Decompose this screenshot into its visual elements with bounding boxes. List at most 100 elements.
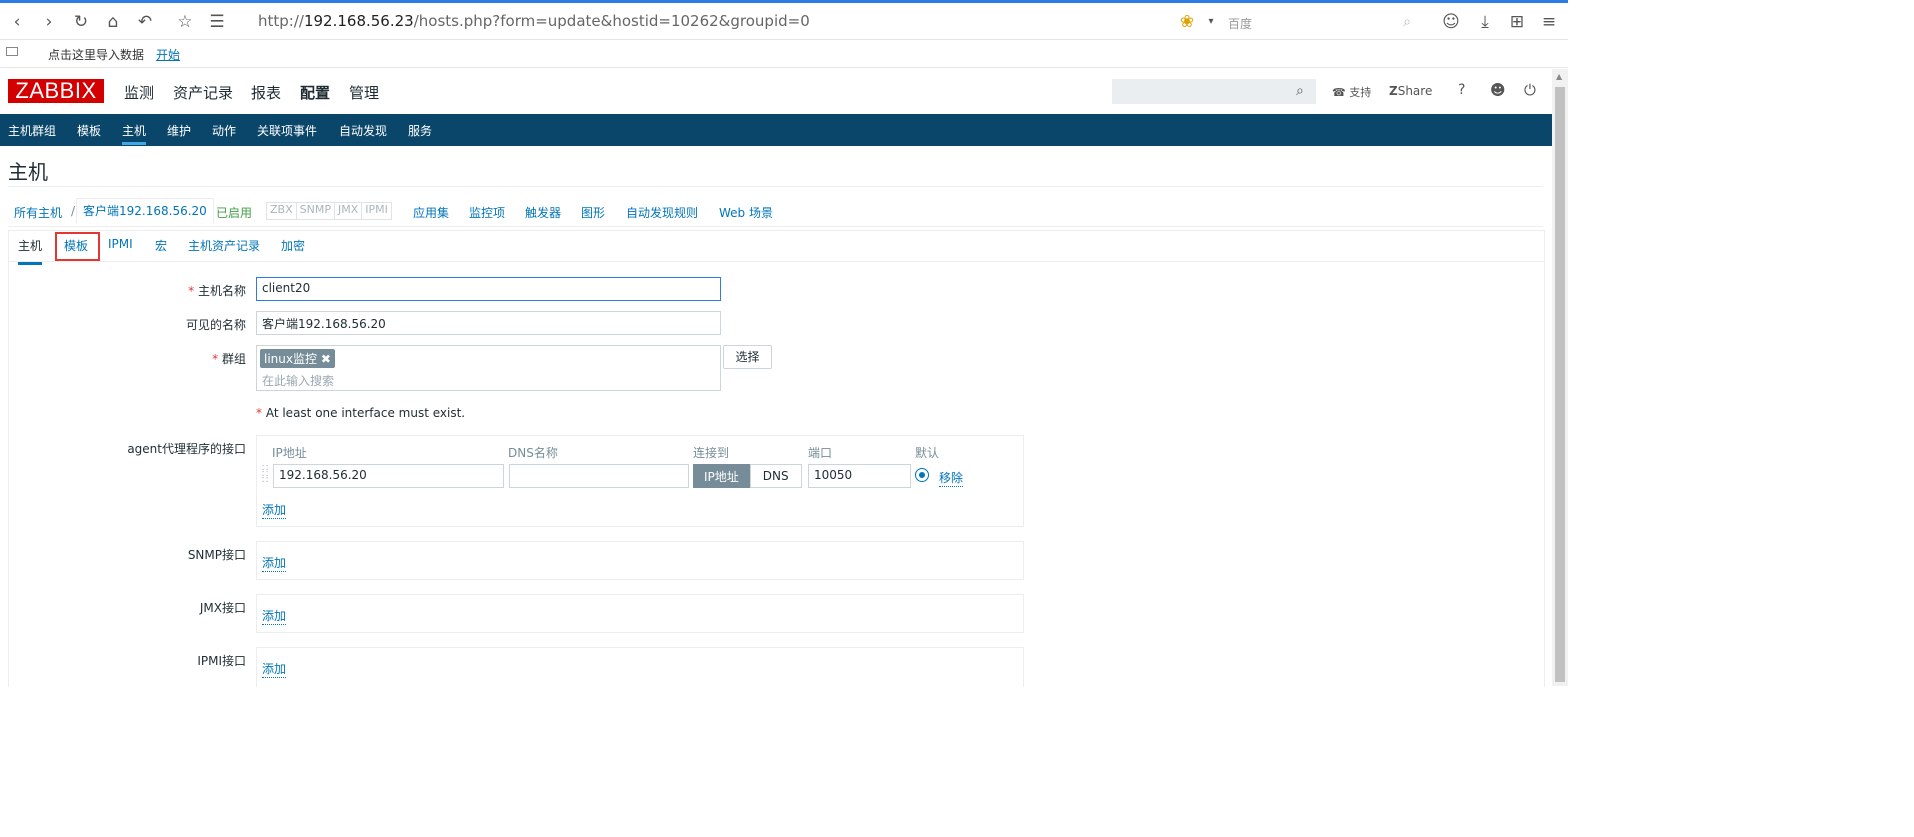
- menu-monitoring[interactable]: 监测: [124, 82, 154, 103]
- add-agent-interface-link[interactable]: 添加: [262, 501, 287, 519]
- scrollbar-thumb[interactable]: [1555, 87, 1565, 682]
- breadcrumb-current-host[interactable]: 客户端192.168.56.20: [76, 198, 214, 223]
- subnav-templates[interactable]: 模板: [77, 122, 101, 139]
- snmp-interface-label: SNMP接口: [187, 548, 246, 562]
- tab-encryption[interactable]: 加密: [281, 237, 305, 254]
- availability-ipmi: IPMI: [365, 203, 388, 216]
- account-icon[interactable]: ☺: [1440, 11, 1462, 33]
- apps-icon[interactable]: ⊞: [1506, 11, 1528, 33]
- sidebar-toggle-icon[interactable]: [6, 47, 18, 56]
- config-subnav: 主机群组 模板 主机 维护 动作 关联项事件 自动发现 服务: [0, 114, 1552, 146]
- ipmi-interface-label: IPMI接口: [197, 654, 246, 668]
- global-search-input[interactable]: [1112, 79, 1316, 104]
- headset-icon: ☎: [1332, 86, 1346, 99]
- groups-multiselect[interactable]: linux监控 ✖ 在此输入搜索: [256, 345, 721, 391]
- user-profile-icon[interactable]: ☻: [1490, 81, 1506, 99]
- forward-icon[interactable]: ›: [38, 11, 60, 33]
- menu-icon[interactable]: ≡: [1538, 11, 1560, 33]
- col-connect-to: 连接到: [693, 446, 730, 460]
- help-icon[interactable]: ?: [1458, 82, 1465, 98]
- host-name-input[interactable]: client20: [256, 277, 721, 301]
- add-ipmi-interface-link[interactable]: 添加: [262, 660, 287, 678]
- share-z-icon: Z: [1389, 84, 1398, 98]
- url-path: /hosts.php?form=update&hostid=10262&grou…: [413, 12, 810, 30]
- tab-inventory[interactable]: 主机资产记录: [188, 237, 260, 254]
- radio-dot: [919, 472, 925, 478]
- visible-name-label: 可见的名称: [185, 318, 246, 332]
- breadcrumb-web-scenarios[interactable]: Web 场景: [719, 204, 773, 221]
- scroll-up-icon[interactable]: ▲: [1556, 72, 1562, 81]
- undo-icon[interactable]: ↶: [134, 11, 156, 33]
- remove-tag-icon[interactable]: ✖: [321, 352, 331, 366]
- menu-reports[interactable]: 报表: [251, 82, 281, 103]
- support-label: 支持: [1349, 86, 1372, 99]
- share-link[interactable]: ZShare: [1389, 84, 1432, 98]
- subnav-event-correlation[interactable]: 关联项事件: [257, 122, 317, 139]
- download-icon[interactable]: ⤓: [1474, 11, 1496, 33]
- page-scrollbar[interactable]: ▲: [1552, 69, 1568, 686]
- home-icon[interactable]: ⌂: [102, 11, 124, 33]
- reload-icon[interactable]: ↻: [70, 11, 92, 33]
- host-status-enabled[interactable]: 已启用: [216, 204, 252, 221]
- support-link[interactable]: ☎ 支持: [1332, 84, 1371, 100]
- breadcrumb-graphs[interactable]: 图形: [581, 204, 605, 221]
- connect-dns-option[interactable]: DNS: [749, 464, 802, 488]
- add-jmx-interface-link[interactable]: 添加: [262, 607, 287, 625]
- back-icon[interactable]: ‹: [6, 11, 28, 33]
- subnav-services[interactable]: 服务: [408, 122, 432, 139]
- ip-address-input[interactable]: 192.168.56.20: [273, 464, 504, 488]
- zabbix-header: ZABBIX 监测 资产记录 报表 配置 管理 ⌕ ☎ 支持 ZShare ? …: [0, 69, 1552, 114]
- star-icon[interactable]: ☆: [174, 11, 196, 33]
- availability-indicators: ZBX SNMP JMX IPMI: [266, 202, 392, 220]
- zabbix-logo[interactable]: ZABBIX: [8, 79, 104, 103]
- select-groups-button[interactable]: 选择: [723, 345, 772, 369]
- menu-configuration[interactable]: 配置: [300, 82, 330, 103]
- title-divider: [8, 186, 1543, 187]
- tab-ipmi[interactable]: IPMI: [108, 237, 133, 251]
- tab-macros[interactable]: 宏: [155, 237, 167, 254]
- breadcrumb-discovery-rules[interactable]: 自动发现规则: [626, 204, 698, 221]
- tab-templates[interactable]: 模板: [64, 237, 88, 254]
- remove-interface-link[interactable]: 移除: [939, 469, 964, 487]
- bookmark-import-text: 点击这里导入数据: [48, 48, 145, 62]
- browser-toolbar: ‹ › ↻ ⌂ ↶ ☆ ☰ http://192.168.56.23/hosts…: [0, 0, 1568, 40]
- sign-out-icon[interactable]: ⏻: [1524, 81, 1536, 99]
- visible-name-input[interactable]: 客户端192.168.56.20: [256, 311, 721, 335]
- menu-inventory[interactable]: 资产记录: [173, 82, 233, 103]
- breadcrumb-applications[interactable]: 应用集: [413, 204, 449, 221]
- group-tag: linux监控 ✖: [260, 349, 335, 368]
- share-label: Share: [1397, 84, 1433, 98]
- port-input[interactable]: 10050: [808, 464, 911, 488]
- add-snmp-interface-link[interactable]: 添加: [262, 554, 287, 572]
- host-name-label: * 主机名称: [188, 284, 246, 298]
- chevron-down-icon[interactable]: ▾: [1200, 11, 1222, 33]
- ipmi-interface-box: 添加: [256, 647, 1024, 687]
- connect-ip-option[interactable]: IP地址: [693, 464, 750, 488]
- group-tag-label: linux监控: [264, 352, 317, 366]
- default-radio[interactable]: [915, 468, 929, 482]
- subnav-actions[interactable]: 动作: [212, 122, 236, 139]
- bee-icon[interactable]: ❀: [1176, 11, 1198, 33]
- drag-handle-icon[interactable]: ∷ ∷ ∷: [262, 464, 268, 486]
- jmx-interface-box: 添加: [256, 594, 1024, 633]
- subnav-maintenance[interactable]: 维护: [167, 122, 191, 139]
- search-icon[interactable]: ⌕: [1396, 11, 1418, 33]
- menu-administration[interactable]: 管理: [349, 82, 379, 103]
- subnav-hosts[interactable]: 主机: [122, 122, 147, 145]
- groups-search-placeholder[interactable]: 在此输入搜索: [260, 372, 717, 389]
- tabs-divider: [9, 261, 1544, 262]
- bookmark-start-link[interactable]: 开始: [156, 46, 180, 63]
- col-default: 默认: [915, 446, 940, 460]
- subnav-discovery[interactable]: 自动发现: [339, 122, 387, 139]
- dns-name-input[interactable]: [509, 464, 689, 488]
- breadcrumb-items[interactable]: 监控项: [469, 204, 505, 221]
- address-bar[interactable]: http://192.168.56.23/hosts.php?form=upda…: [258, 12, 810, 30]
- breadcrumb-triggers[interactable]: 触发器: [525, 204, 561, 221]
- col-ip-address: IP地址: [272, 446, 307, 460]
- reader-icon[interactable]: ☰: [206, 11, 228, 33]
- subnav-host-groups[interactable]: 主机群组: [8, 122, 56, 139]
- breadcrumb-all-hosts[interactable]: 所有主机: [14, 204, 62, 221]
- groups-label: * 群组: [212, 352, 246, 366]
- search-icon[interactable]: ⌕: [1296, 83, 1304, 99]
- browser-search-input[interactable]: 百度: [1228, 15, 1252, 32]
